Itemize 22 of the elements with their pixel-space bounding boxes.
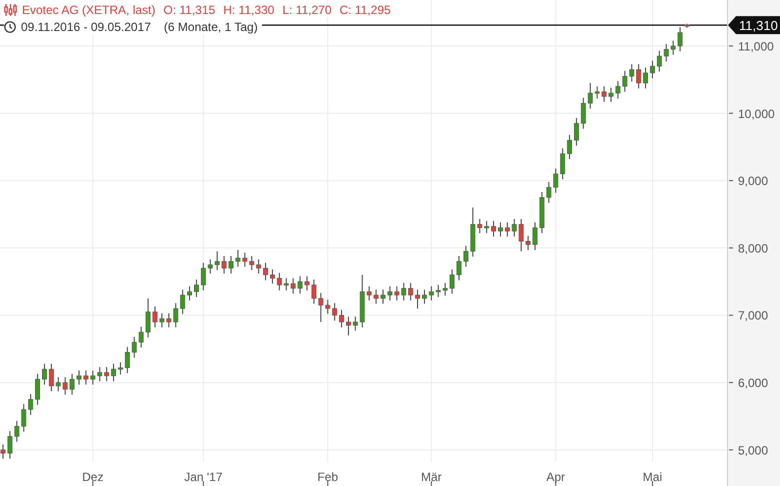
quote-value: L: 11,270 (282, 3, 332, 17)
y-axis-label: 10,000 (738, 106, 775, 121)
price-tag: 11,310 (728, 16, 780, 34)
quote-value: O: 11,315 (163, 3, 216, 17)
stock-title: Evotec AG (XETRA, last) (22, 3, 156, 17)
x-axis-label: Dez (82, 470, 104, 484)
x-axis-label: Mai (642, 470, 662, 484)
y-axis-label: 11,000 (738, 39, 774, 54)
period-length: (6 Monate, 1 Tag) (164, 20, 258, 34)
y-axis-label: 7,000 (738, 308, 768, 323)
date-range: 09.11.2016 - 09.05.2017 (21, 20, 151, 34)
y-axis-label: 8,000 (738, 241, 768, 256)
y-axis-label: 6,000 (738, 376, 768, 390)
x-axis-label: Mär (421, 470, 442, 484)
ref-line-label: 11,310 (739, 18, 778, 34)
x-axis-label: Jan '17 (184, 470, 223, 484)
y-axis-label: 5,000 (738, 443, 768, 458)
quote-value: H: 11,330 (223, 3, 274, 17)
x-axis-label: Feb (317, 470, 338, 484)
quote-value: C: 11,295 (340, 3, 391, 17)
x-axis-label: Apr (546, 470, 566, 484)
y-axis-label: 9,000 (738, 174, 768, 188)
